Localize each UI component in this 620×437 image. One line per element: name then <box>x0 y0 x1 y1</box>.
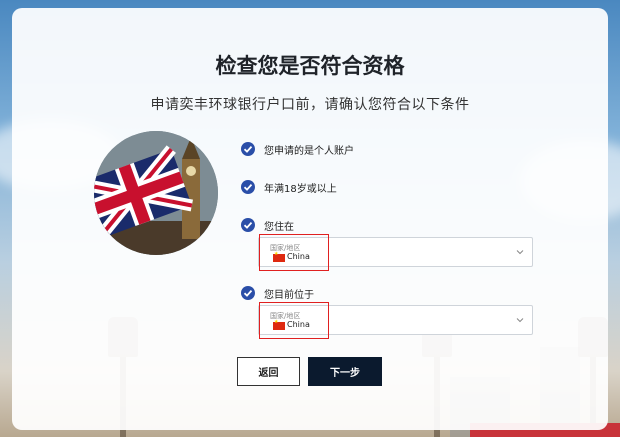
check-circle-icon <box>241 180 255 194</box>
requirement-personal-account: 您申请的是个人账户 <box>264 146 354 157</box>
uk-flag-bigben-image <box>94 131 218 255</box>
chevron-down-icon <box>516 250 524 255</box>
current-location-select[interactable]: 国家/地区 China <box>258 302 533 339</box>
residence-country-select[interactable]: 国家/地区 China <box>258 234 533 271</box>
page-subtitle: 申请奕丰环球银行户口前，请确认您符合以下条件 <box>150 97 470 113</box>
china-flag-icon <box>273 319 285 330</box>
requirement-current-location: 您目前位于 <box>264 290 314 301</box>
china-flag-icon <box>273 251 285 262</box>
select-value: China <box>287 320 310 329</box>
check-circle-icon <box>241 286 255 300</box>
back-button[interactable]: 返回 <box>237 357 300 386</box>
requirement-residence: 您住在 <box>264 222 294 233</box>
chevron-down-icon <box>516 318 524 323</box>
check-circle-icon <box>241 218 255 232</box>
check-circle-icon <box>241 142 255 156</box>
requirement-age: 年满18岁或以上 <box>264 184 337 195</box>
select-value: China <box>287 252 310 261</box>
page-title: 检查您是否符合资格 <box>215 54 405 78</box>
next-button[interactable]: 下一步 <box>308 357 382 386</box>
